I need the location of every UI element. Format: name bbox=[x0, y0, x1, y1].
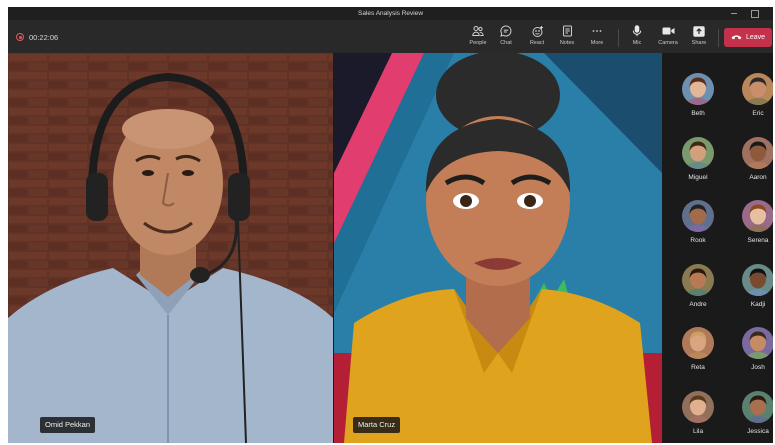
participant-name: Kadji bbox=[750, 300, 766, 308]
more-button[interactable]: More bbox=[582, 24, 612, 50]
title-bar: Sales Analysis Review bbox=[8, 7, 773, 20]
participant-avatar bbox=[742, 390, 773, 423]
call-timer: 00:22:06 bbox=[29, 32, 59, 42]
participant-name: Eric bbox=[752, 110, 764, 117]
participant-avatar bbox=[742, 263, 773, 296]
people-label: People bbox=[469, 40, 487, 46]
roster-participant[interactable]: Josh bbox=[738, 327, 773, 383]
microphone-icon bbox=[630, 24, 644, 38]
participant-avatar-video bbox=[334, 53, 662, 443]
participant-avatar bbox=[742, 200, 773, 232]
meeting-toolbar: 00:22:06 People Chat React Notes More Mi… bbox=[8, 20, 773, 53]
roster-participant[interactable]: Jessica bbox=[738, 390, 773, 444]
notes-icon bbox=[560, 24, 574, 38]
react-label: React bbox=[529, 40, 545, 46]
video-tile-marta-cruz[interactable]: Marta Cruz bbox=[334, 53, 662, 443]
participant-avatar bbox=[682, 200, 714, 232]
window-title: Sales Analysis Review bbox=[357, 10, 424, 17]
people-icon bbox=[471, 24, 485, 38]
camera-button[interactable]: Camera bbox=[653, 24, 683, 50]
recording-icon bbox=[16, 33, 24, 41]
participant-avatar bbox=[682, 136, 714, 169]
participant-name: Beth bbox=[691, 110, 705, 117]
roster-participant[interactable]: Beth bbox=[678, 73, 718, 129]
toolbar-divider bbox=[618, 29, 619, 47]
meeting-window: Sales Analysis Review 00:22:06 People Ch… bbox=[8, 7, 773, 443]
participant-name: Reta bbox=[691, 364, 705, 371]
chat-button[interactable]: Chat bbox=[491, 24, 521, 50]
share-screen-icon bbox=[692, 24, 706, 38]
leave-label: Leave bbox=[745, 34, 766, 41]
participant-video bbox=[8, 53, 333, 443]
react-button[interactable]: React bbox=[522, 24, 552, 50]
camera-icon bbox=[661, 24, 675, 38]
more-icon bbox=[590, 24, 604, 38]
notes-button[interactable]: Notes bbox=[552, 24, 582, 50]
roster-participant[interactable]: Rook bbox=[678, 200, 718, 256]
mic-label: Mic bbox=[632, 40, 642, 46]
chat-label: Chat bbox=[500, 40, 512, 46]
participant-name-tag: Omid Pekkan bbox=[40, 417, 96, 433]
minimize-button[interactable] bbox=[725, 7, 743, 20]
participant-name-tag: Marta Cruz bbox=[353, 417, 401, 433]
participant-avatar bbox=[742, 73, 773, 105]
people-button[interactable]: People bbox=[463, 24, 493, 50]
roster-participant[interactable]: Reta bbox=[678, 327, 718, 383]
participant-avatar bbox=[682, 263, 714, 296]
recording-indicator: 00:22:06 bbox=[16, 30, 58, 44]
participant-name: Rook bbox=[690, 237, 706, 244]
phone-hangup-icon bbox=[731, 34, 742, 42]
participant-name: Josh bbox=[751, 364, 765, 371]
share-button[interactable]: Share bbox=[684, 24, 714, 50]
leave-button[interactable]: Leave bbox=[724, 28, 772, 47]
participant-avatar bbox=[682, 327, 714, 359]
participant-avatar bbox=[682, 73, 714, 105]
participant-name: Andre bbox=[689, 300, 707, 308]
participant-name: Serena bbox=[747, 237, 769, 244]
roster-participant[interactable]: Miguel bbox=[678, 136, 718, 193]
roster-participant[interactable]: Andre bbox=[678, 263, 718, 320]
participant-name: Jessica bbox=[747, 427, 769, 435]
camera-label: Camera bbox=[658, 40, 678, 46]
roster-participant[interactable]: Kadji bbox=[738, 263, 773, 320]
share-label: Share bbox=[691, 40, 707, 46]
roster-participant[interactable]: Lila bbox=[678, 390, 718, 444]
participant-avatar bbox=[682, 390, 714, 423]
toolbar-divider bbox=[718, 29, 719, 47]
participant-roster: Beth Eric Miguel Aaron Rook Serena Andre Kadji R… bbox=[663, 53, 773, 443]
mic-button[interactable]: Mic bbox=[622, 24, 652, 50]
maximize-button[interactable] bbox=[745, 7, 763, 20]
participant-name: Miguel bbox=[688, 173, 708, 181]
participant-name: Lila bbox=[692, 427, 704, 435]
more-label: More bbox=[590, 40, 604, 46]
participant-avatar bbox=[742, 136, 773, 169]
participant-name: Aaron bbox=[749, 173, 767, 181]
chat-icon bbox=[499, 24, 513, 38]
roster-participant[interactable]: Eric bbox=[738, 73, 773, 129]
roster-participant[interactable]: Serena bbox=[738, 200, 773, 256]
participant-avatar bbox=[742, 327, 773, 359]
react-icon bbox=[530, 24, 544, 38]
notes-label: Notes bbox=[559, 40, 575, 46]
roster-participant[interactable]: Aaron bbox=[738, 136, 773, 193]
video-tile-omid-pekkan[interactable]: Omid Pekkan bbox=[8, 53, 333, 443]
